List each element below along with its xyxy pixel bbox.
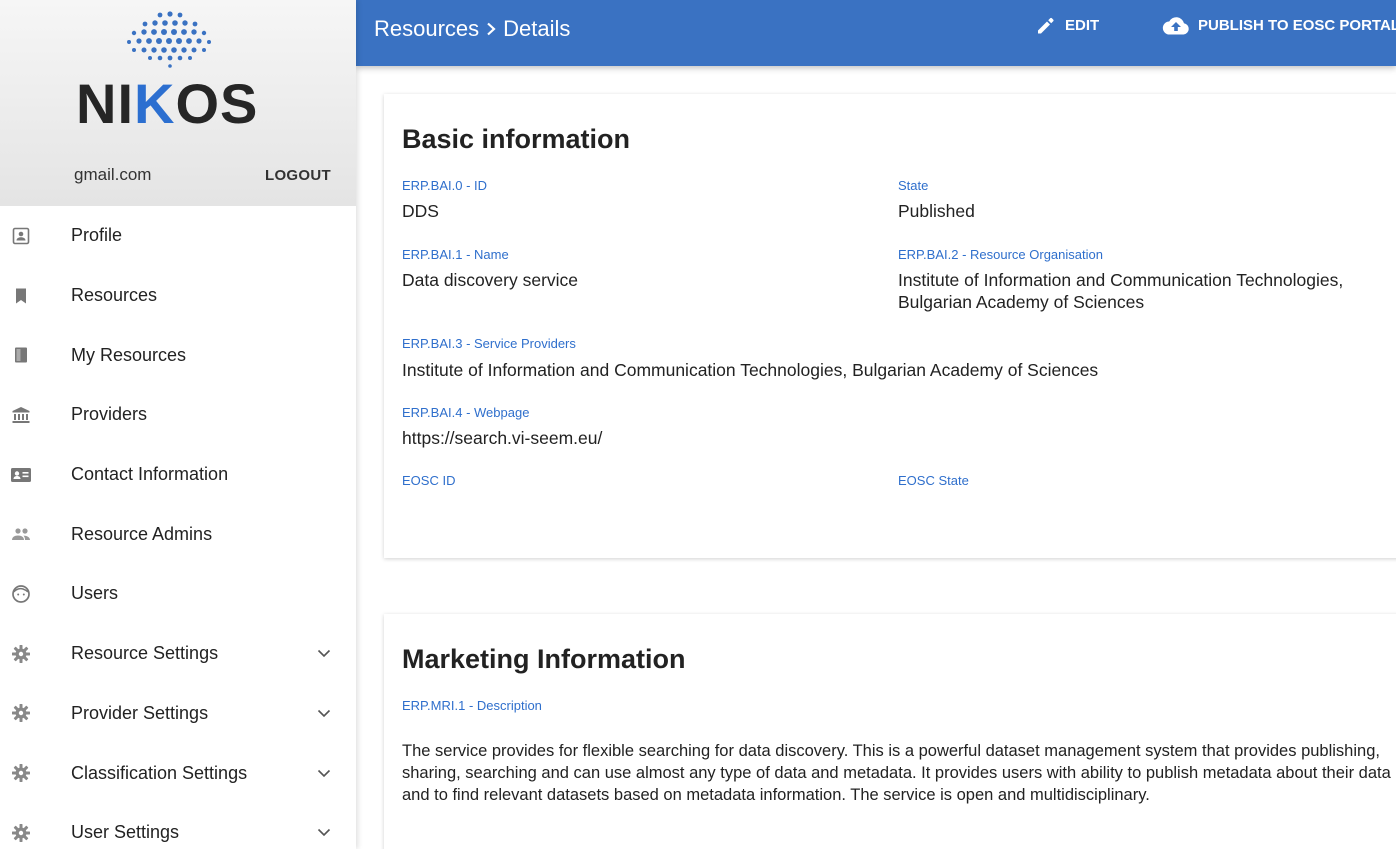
sidebar-item-user-settings[interactable]: User Settings [0,803,356,849]
sidebar-item-my-resources[interactable]: My Resources [0,325,356,385]
sidebar-item-label: Provider Settings [71,702,209,723]
gear-icon [10,702,32,724]
publish-label: PUBLISH TO EOSC PORTAL [1198,16,1396,34]
bank-icon [10,404,32,426]
logo-text-k: K [134,72,176,135]
sidebar-item-label: Resources [71,285,158,306]
book-icon [10,344,32,366]
breadcrumb-resources[interactable]: Resources [374,16,479,42]
logo-wordmark: NIKOS [76,74,258,134]
sidebar-item-contact-information[interactable]: Contact Information [0,445,356,505]
main-content: Basic information ERP.BAI.0 - ID DDS Sta… [356,66,1396,849]
service-providers-value: Institute of Information and Communicati… [402,360,1099,380]
sidebar-header: NIKOS gmail.com LOGOUT [0,0,356,206]
edit-button[interactable]: EDIT [1035,14,1099,36]
sidebar-item-label: Providers [71,404,148,425]
description-value: The service provides for flexible search… [402,742,1391,804]
resource-organisation-value-line2: Bulgarian Academy of Sciences [898,292,1145,312]
cloud-upload-icon [1162,17,1189,35]
sidebar-item-label: Resource Admins [71,523,213,544]
sidebar-item-provider-settings[interactable]: Provider Settings [0,684,356,744]
sidebar-item-classification-settings[interactable]: Classification Settings [0,743,356,803]
chevron-down-icon[interactable] [316,646,332,662]
breadcrumb: Resources Details [374,16,570,42]
people-icon [10,523,32,545]
webpage-label: ERP.BAI.4 - Webpage [402,405,530,420]
basic-information-card: Basic information ERP.BAI.0 - ID DDS Sta… [384,94,1396,558]
id-value: DDS [402,201,439,221]
resource-organisation-value-line1: Institute of Information and Communicati… [898,270,1344,290]
chevron-right-icon [485,22,497,36]
sidebar-nav: Profile Resources My Resources Providers [0,206,356,849]
id-label: ERP.BAI.0 - ID [402,178,488,193]
sidebar-item-providers[interactable]: Providers [0,385,356,445]
sidebar-item-label: My Resources [71,344,187,365]
sidebar-item-users[interactable]: Users [0,564,356,624]
state-label: State [898,178,929,193]
marketing-information-card: Marketing Information ERP.MRI.1 - Descri… [384,614,1396,849]
edit-label: EDIT [1065,16,1100,34]
gear-icon [10,822,32,844]
logo-dots-icon [127,11,211,68]
sidebar-item-label: Profile [71,225,123,246]
marketing-information-title: Marketing Information [402,644,686,674]
gear-icon [10,643,32,665]
sidebar-item-resources[interactable]: Resources [0,266,356,326]
profile-icon [10,225,32,247]
user-email: gmail.com [74,165,152,184]
sidebar-item-resource-settings[interactable]: Resource Settings [0,624,356,684]
sidebar-item-resource-admins[interactable]: Resource Admins [0,504,356,564]
name-label: ERP.BAI.1 - Name [402,247,509,262]
sidebar-item-label: Users [71,583,119,604]
eosc-id-label: EOSC ID [402,473,456,488]
chevron-down-icon[interactable] [316,705,332,721]
eosc-state-label: EOSC State [898,473,969,488]
contact-card-icon [10,464,32,486]
logout-button[interactable]: LOGOUT [265,167,331,184]
breadcrumb-details: Details [503,16,571,41]
top-bar: Resources Details EDIT PUBLISH TO EOSC P… [356,0,1396,66]
sidebar-item-profile[interactable]: Profile [0,206,356,266]
app-root: NIKOS gmail.com LOGOUT Profile Resources [0,0,1396,849]
name-value: Data discovery service [402,270,579,290]
basic-information-title: Basic information [402,124,631,154]
chevron-down-icon[interactable] [316,765,332,781]
sidebar-item-label: Classification Settings [71,762,248,783]
service-providers-label: ERP.BAI.3 - Service Providers [402,336,576,351]
state-value: Published [898,201,975,221]
chevron-down-icon[interactable] [316,825,332,841]
resource-organisation-label: ERP.BAI.2 - Resource Organisation [898,247,1103,262]
logo-text-right: OS [175,72,259,135]
face-icon [10,583,32,605]
pencil-icon [1038,17,1054,34]
sidebar-item-label: Resource Settings [71,643,219,664]
sidebar-item-label: User Settings [71,822,180,843]
description-label: ERP.MRI.1 - Description [402,698,542,713]
logo-text-left: NI [76,72,134,135]
gear-icon [10,762,32,784]
webpage-value: https://search.vi-seem.eu/ [402,428,603,448]
sidebar: NIKOS gmail.com LOGOUT Profile Resources [0,0,356,849]
sidebar-item-label: Contact Information [71,464,229,485]
bookmark-icon [10,285,32,307]
publish-to-eosc-button[interactable]: PUBLISH TO EOSC PORTAL [1162,14,1396,36]
